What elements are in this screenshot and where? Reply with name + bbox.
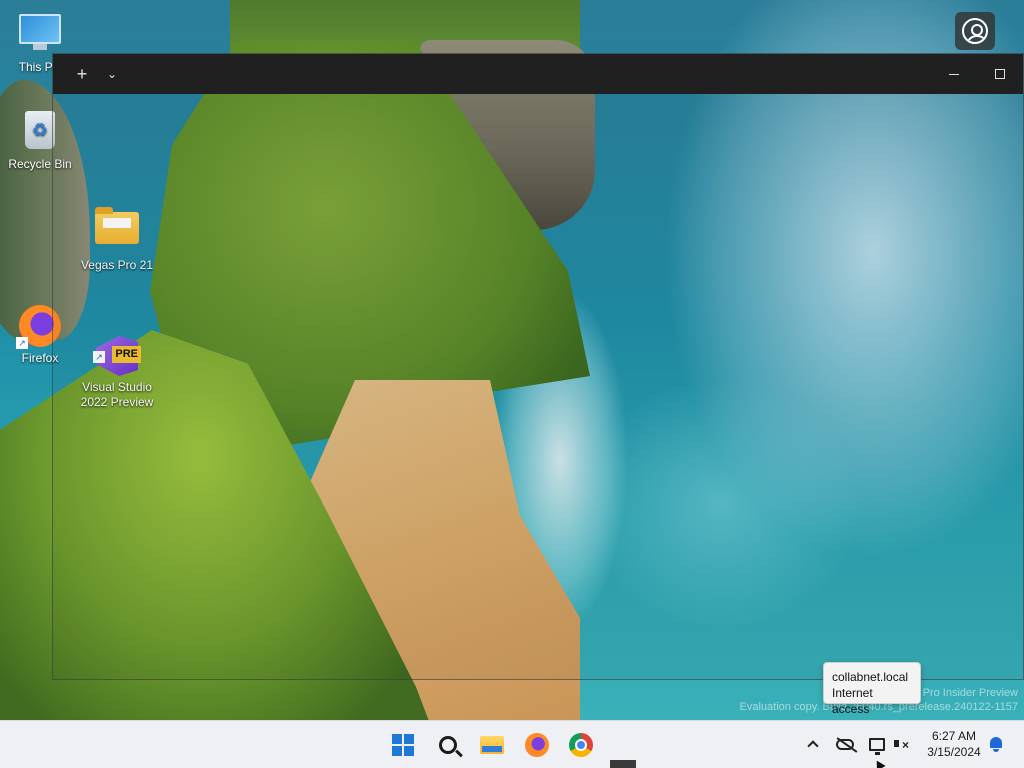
taskbar-clock[interactable]: 6:27 AM 3/15/2024	[918, 728, 990, 760]
notification-bell-icon[interactable]	[988, 736, 1004, 752]
terminal-taskbar-indicator[interactable]	[610, 760, 636, 768]
file-explorer-icon	[480, 736, 504, 754]
search-icon	[439, 736, 457, 754]
show-hidden-icons-button[interactable]	[802, 734, 824, 754]
shortcut-arrow-icon: ↗	[16, 337, 28, 349]
chrome-icon	[569, 733, 593, 757]
account-button[interactable]	[955, 12, 995, 50]
chrome-taskbar-button[interactable]	[563, 727, 599, 763]
network-icon	[869, 737, 885, 755]
monitor-icon	[16, 14, 64, 58]
network-button[interactable]	[866, 734, 888, 755]
volume-button[interactable]: ×	[892, 734, 914, 754]
chevron-up-icon	[807, 740, 819, 752]
firefox-taskbar-button[interactable]	[519, 727, 555, 763]
new-tab-button[interactable]: +	[67, 54, 97, 94]
file-explorer-button[interactable]	[474, 727, 510, 763]
start-button[interactable]	[385, 727, 421, 763]
clock-time: 6:27 AM	[931, 729, 977, 743]
tooltip-network-name: collabnet.local	[832, 670, 909, 684]
cloud-off-icon	[836, 738, 854, 750]
maximize-icon	[995, 69, 1005, 79]
user-avatar-icon	[962, 18, 988, 44]
search-button[interactable]	[430, 727, 466, 763]
minimize-button[interactable]	[931, 54, 977, 94]
volume-muted-icon: ×	[894, 736, 912, 752]
tab-dropdown-button[interactable]: ⌄	[97, 54, 127, 94]
window-titlebar[interactable]: + ⌄	[53, 54, 1023, 94]
network-tooltip: collabnet.local Internet access	[823, 662, 921, 716]
minimize-icon	[949, 73, 959, 75]
start-icon	[392, 734, 414, 756]
maximize-button[interactable]	[977, 54, 1023, 94]
terminal-window[interactable]: + ⌄	[52, 53, 1024, 680]
tooltip-network-status: Internet access	[832, 686, 873, 716]
firefox-icon	[525, 733, 549, 757]
onedrive-button[interactable]	[834, 734, 856, 754]
clock-date: 3/15/2024	[927, 745, 981, 759]
